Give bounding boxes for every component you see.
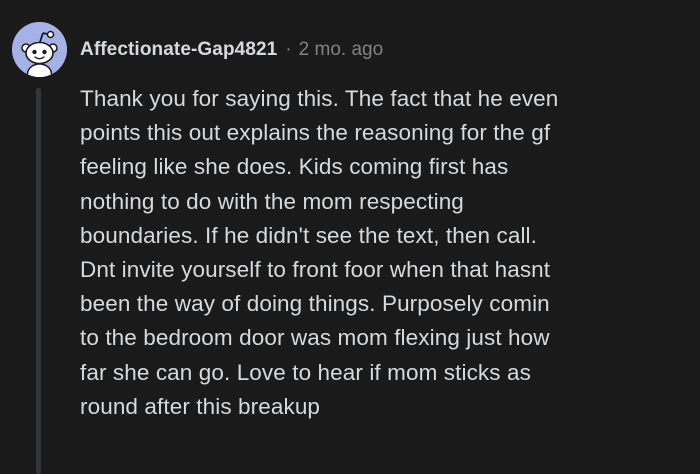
thread-collapse-line[interactable] bbox=[36, 88, 41, 474]
comment-body-line: nothing to do with the mom respecting bbox=[80, 188, 464, 214]
comment-body: Thank you for saying this. The fact that… bbox=[80, 82, 685, 424]
comment: Affectionate-Gap4821 · 2 mo. ago Thank y… bbox=[0, 0, 700, 474]
comment-body-line: points this out explains the reasoning f… bbox=[80, 120, 551, 146]
comment-timestamp[interactable]: 2 mo. ago bbox=[299, 39, 384, 61]
snoo-avatar-icon bbox=[12, 22, 67, 77]
comment-body-line: far she can go. Love to hear if mom stic… bbox=[80, 359, 531, 385]
comment-body-line: Thank you for saying this. The fact that… bbox=[80, 86, 559, 111]
comment-body-line: been the way of doing things. Purposely … bbox=[80, 291, 550, 317]
comment-body-line: to the bedroom door was mom flexing just… bbox=[80, 325, 550, 351]
comment-body-line: round after this breakup bbox=[80, 393, 321, 419]
author-username[interactable]: Affectionate-Gap4821 bbox=[80, 39, 277, 61]
comment-body-line: feeling like she does. Kids coming first… bbox=[80, 154, 509, 180]
comment-body-line: Dnt invite yourself to front foor when t… bbox=[80, 257, 551, 283]
comment-body-line: boundaries. If he didn't see the text, t… bbox=[80, 222, 537, 248]
user-avatar[interactable] bbox=[12, 22, 67, 77]
comment-meta: Affectionate-Gap4821 · 2 mo. ago bbox=[80, 36, 383, 64]
meta-separator: · bbox=[285, 39, 292, 60]
